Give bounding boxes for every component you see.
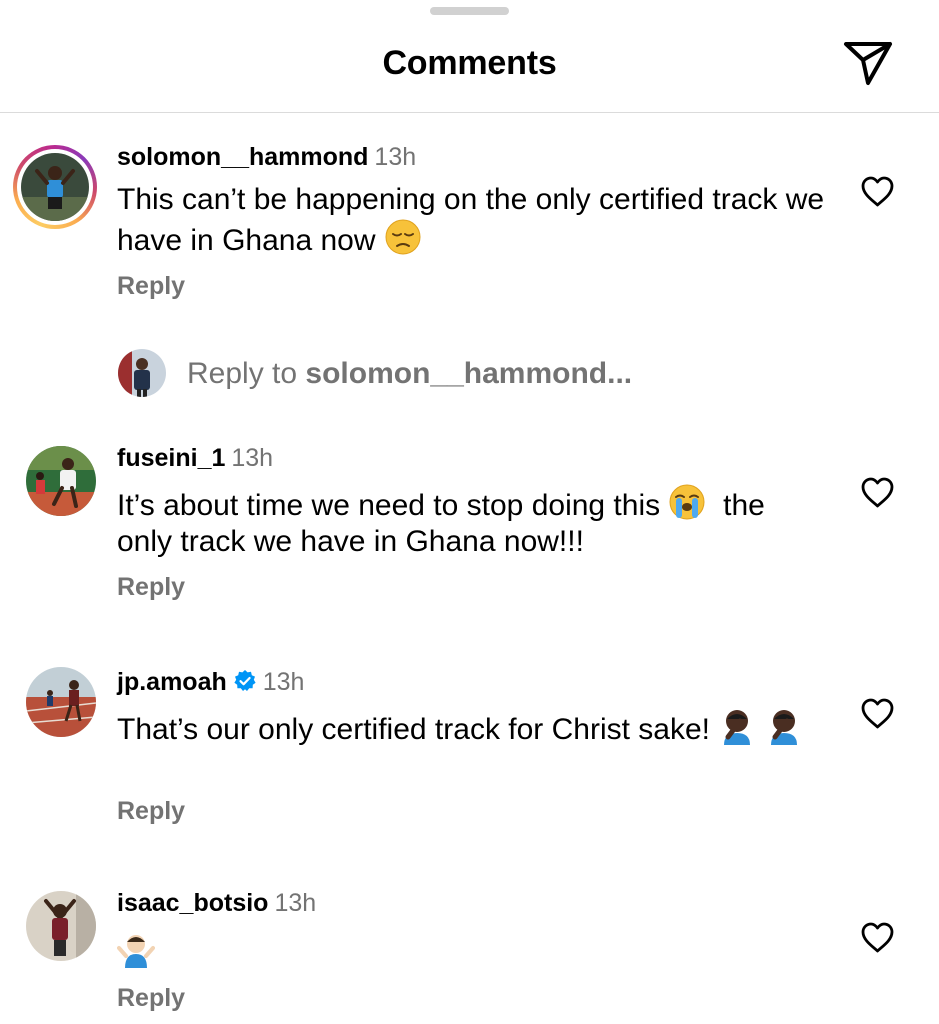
man-facepalming-emoji xyxy=(765,707,803,745)
loudly-crying-face-emoji xyxy=(668,483,706,521)
comment-username[interactable]: jp.amoah xyxy=(117,668,227,696)
avatar[interactable] xyxy=(26,891,96,961)
reply-button[interactable]: Reply xyxy=(117,573,185,602)
header-divider xyxy=(0,112,939,113)
verified-badge-icon xyxy=(234,670,256,691)
comment-meta: fuseini_1 13h xyxy=(117,444,273,473)
comment-text: This can’t be happening on the only cert… xyxy=(117,183,825,257)
comment-username[interactable]: solomon__hammond xyxy=(117,143,368,171)
avatar[interactable] xyxy=(26,667,96,737)
story-ring[interactable] xyxy=(13,145,97,229)
man-shrugging-emoji xyxy=(117,930,155,968)
current-user-avatar xyxy=(118,349,166,397)
comment-text xyxy=(117,930,837,971)
avatar[interactable] xyxy=(21,153,89,221)
reply-button[interactable]: Reply xyxy=(117,984,185,1013)
comment-time: 13h xyxy=(262,668,305,696)
reply-button[interactable]: Reply xyxy=(117,272,185,301)
pensive-face-emoji xyxy=(384,218,422,256)
heart-icon[interactable] xyxy=(860,175,895,208)
comment-meta: solomon__hammond 13h xyxy=(117,143,416,172)
comment-text: That’s our only certified track for Chri… xyxy=(117,707,827,748)
comment-text: It’s about time we need to stop doing th… xyxy=(117,483,827,560)
comment-time: 13h xyxy=(231,444,274,472)
comment-meta: jp.amoah 13h xyxy=(117,668,304,697)
reply-to-prompt[interactable]: Reply to solomon__hammond... xyxy=(187,357,632,391)
heart-icon[interactable] xyxy=(860,476,895,509)
page-title: Comments xyxy=(382,44,557,82)
heart-icon[interactable] xyxy=(860,697,895,730)
comment-username[interactable]: isaac_botsio xyxy=(117,889,268,917)
comment-time: 13h xyxy=(374,143,417,171)
comment-meta: isaac_botsio 13h xyxy=(117,889,316,918)
paper-plane-icon[interactable] xyxy=(843,40,893,86)
heart-icon[interactable] xyxy=(860,921,895,954)
avatar[interactable] xyxy=(26,446,96,516)
comment-time: 13h xyxy=(274,889,317,917)
comment-username[interactable]: fuseini_1 xyxy=(117,444,225,472)
reply-button[interactable]: Reply xyxy=(117,797,185,826)
sheet-drag-handle[interactable] xyxy=(430,7,509,15)
man-facepalming-emoji xyxy=(718,707,756,745)
